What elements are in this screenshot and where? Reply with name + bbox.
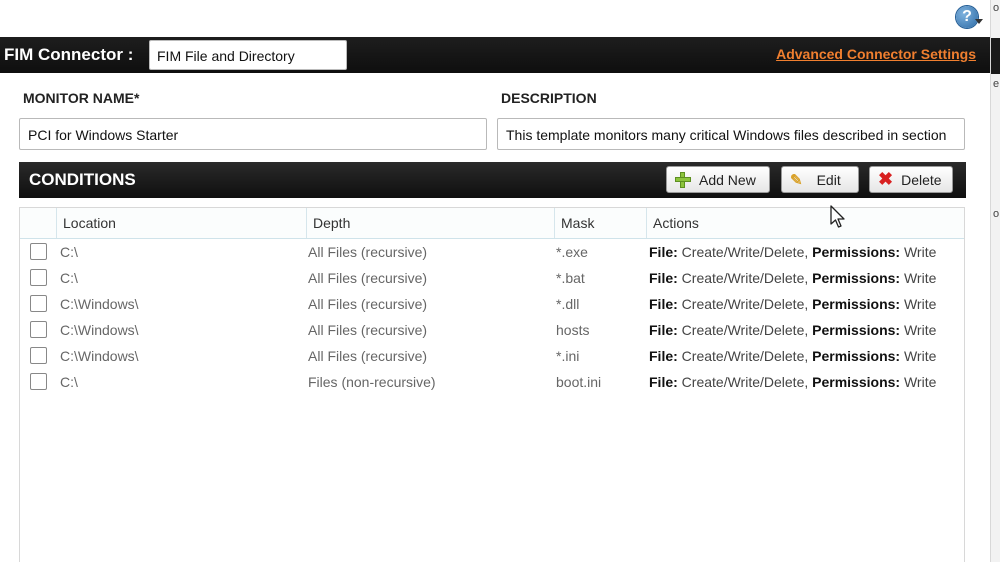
row-location: C:\Windows\ (60, 322, 139, 338)
edge-letter: o (993, 208, 1000, 220)
column-header-mask[interactable]: Mask (554, 208, 646, 238)
row-mask: boot.ini (556, 374, 602, 390)
row-location: C:\ (60, 270, 78, 286)
table-row[interactable]: C:\Windows\ All Files (recursive) *.ini … (20, 343, 964, 369)
table-row[interactable]: C:\ All Files (recursive) *.exe File: Cr… (20, 239, 964, 265)
row-location: C:\ (60, 374, 78, 390)
row-checkbox[interactable] (30, 373, 47, 390)
edge-letter: o (993, 2, 1000, 14)
permissions-actions: Write (903, 244, 937, 260)
permissions-actions: Write (903, 374, 937, 390)
row-depth: All Files (recursive) (308, 244, 428, 260)
file-label: File: (649, 374, 678, 390)
row-depth: All Files (recursive) (308, 270, 428, 286)
table-row[interactable]: C:\Windows\ All Files (recursive) *.dll … (20, 291, 964, 317)
connector-header: FIM Connector : FIM File and Directory A… (0, 37, 990, 73)
table-row[interactable]: C:\ Files (non-recursive) boot.ini File:… (20, 369, 964, 395)
monitor-name-input[interactable]: PCI for Windows Starter (19, 118, 487, 150)
row-checkbox[interactable] (30, 321, 47, 338)
row-actions: File: Create/Write/Delete, Permissions: … (649, 343, 954, 369)
connector-name-field[interactable]: FIM File and Directory (149, 40, 347, 70)
row-checkbox[interactable] (30, 347, 47, 364)
row-actions: File: Create/Write/Delete, Permissions: … (649, 317, 954, 343)
file-actions: Create/Write/Delete, (681, 374, 809, 390)
permissions-actions: Write (903, 270, 937, 286)
row-depth: All Files (recursive) (308, 322, 428, 338)
file-actions: Create/Write/Delete, (681, 244, 809, 260)
permissions-label: Permissions: (812, 348, 901, 364)
permissions-label: Permissions: (812, 270, 901, 286)
connector-title: FIM Connector : (4, 45, 134, 64)
chevron-down-icon (975, 19, 983, 24)
row-mask: *.bat (556, 270, 585, 286)
add-new-label: Add New (699, 171, 756, 188)
permissions-label: Permissions: (812, 322, 901, 338)
file-label: File: (649, 244, 678, 260)
delete-label: Delete (901, 171, 942, 188)
permissions-actions: Write (903, 322, 937, 338)
row-mask: *.dll (556, 296, 580, 312)
right-edge-panel: o e o (990, 0, 1000, 562)
file-label: File: (649, 296, 678, 312)
file-actions: Create/Write/Delete, (681, 322, 809, 338)
description-input[interactable]: This template monitors many critical Win… (497, 118, 965, 150)
row-depth: All Files (recursive) (308, 296, 428, 312)
row-actions: File: Create/Write/Delete, Permissions: … (649, 265, 954, 291)
row-mask: hosts (556, 322, 590, 338)
row-checkbox[interactable] (30, 295, 47, 312)
row-actions: File: Create/Write/Delete, Permissions: … (649, 239, 954, 265)
add-new-button[interactable]: Add New (666, 166, 770, 193)
table-row[interactable]: C:\ All Files (recursive) *.bat File: Cr… (20, 265, 964, 291)
row-mask: *.exe (556, 244, 588, 260)
edge-bar (991, 38, 1000, 74)
help-icon[interactable]: ? (956, 6, 983, 28)
file-label: File: (649, 348, 678, 364)
permissions-label: Permissions: (812, 296, 901, 312)
permissions-label: Permissions: (812, 244, 901, 260)
conditions-header: CONDITIONS Add New ✎ Edit ✖ Delete (19, 162, 966, 198)
row-actions: File: Create/Write/Delete, Permissions: … (649, 369, 954, 395)
column-header-depth[interactable]: Depth (306, 208, 554, 238)
column-header-location[interactable]: Location (56, 208, 306, 238)
pencil-icon: ✎ (790, 171, 803, 189)
row-actions: File: Create/Write/Delete, Permissions: … (649, 291, 954, 317)
conditions-title: CONDITIONS (29, 170, 136, 189)
edit-label: Edit (816, 171, 841, 188)
edge-letter: e (993, 78, 1000, 90)
row-location: C:\ (60, 244, 78, 260)
row-location: C:\Windows\ (60, 348, 139, 364)
table-header: Location Depth Mask Actions (20, 208, 964, 239)
row-checkbox[interactable] (30, 243, 47, 260)
file-actions: Create/Write/Delete, (681, 296, 809, 312)
delete-button[interactable]: ✖ Delete (869, 166, 953, 193)
conditions-table: Location Depth Mask Actions C:\ All File… (19, 207, 965, 562)
description-label: DESCRIPTION (501, 90, 597, 106)
column-header-actions[interactable]: Actions (646, 208, 964, 238)
row-depth: All Files (recursive) (308, 348, 428, 364)
monitor-name-label: MONITOR NAME* (23, 90, 140, 106)
advanced-connector-settings-link[interactable]: Advanced Connector Settings (776, 46, 976, 62)
close-icon: ✖ (878, 169, 894, 189)
permissions-actions: Write (903, 348, 937, 364)
permissions-label: Permissions: (812, 374, 901, 390)
file-actions: Create/Write/Delete, (681, 270, 809, 286)
file-label: File: (649, 322, 678, 338)
edit-button[interactable]: ✎ Edit (781, 166, 859, 193)
row-checkbox[interactable] (30, 269, 47, 286)
row-mask: *.ini (556, 348, 580, 364)
file-label: File: (649, 270, 678, 286)
file-actions: Create/Write/Delete, (681, 348, 809, 364)
row-depth: Files (non-recursive) (308, 374, 436, 390)
row-location: C:\Windows\ (60, 296, 139, 312)
permissions-actions: Write (903, 296, 937, 312)
plus-icon (675, 171, 691, 188)
table-row[interactable]: C:\Windows\ All Files (recursive) hosts … (20, 317, 964, 343)
